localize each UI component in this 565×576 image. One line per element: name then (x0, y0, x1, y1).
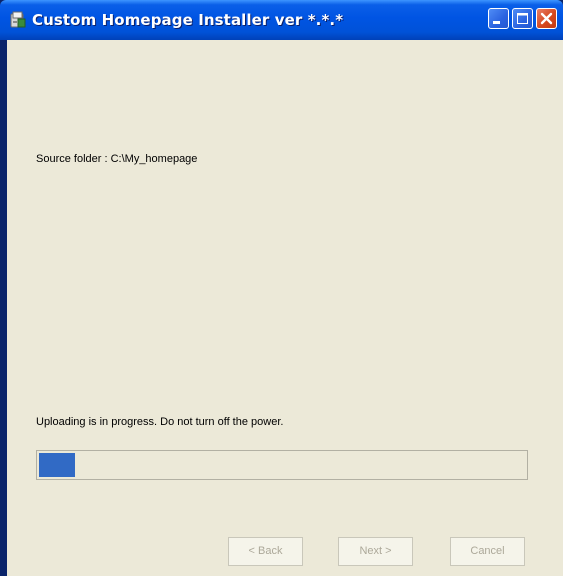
cancel-button[interactable]: Cancel (450, 537, 525, 566)
title-bar[interactable]: Custom Homepage Installer ver *.*.* (0, 0, 563, 40)
next-button[interactable]: Next > (338, 537, 413, 566)
installer-window: Custom Homepage Installer ver *.*.* Sour… (0, 0, 563, 576)
upload-progress-bar (36, 450, 528, 480)
upload-status-message: Uploading is in progress. Do not turn of… (36, 416, 284, 428)
close-button[interactable] (536, 8, 557, 29)
maximize-icon (517, 13, 528, 24)
window-title: Custom Homepage Installer ver *.*.* (32, 11, 344, 29)
installer-app-icon (9, 11, 27, 29)
close-icon (540, 12, 553, 25)
minimize-button[interactable] (488, 8, 509, 29)
progress-fill (39, 453, 75, 477)
minimize-icon (493, 21, 500, 24)
source-folder-label: Source folder : C:\My_homepage (36, 153, 198, 165)
maximize-button[interactable] (512, 8, 533, 29)
wizard-body: Source folder : C:\My_homepage Uploading… (7, 40, 563, 576)
back-button[interactable]: < Back (228, 537, 303, 566)
